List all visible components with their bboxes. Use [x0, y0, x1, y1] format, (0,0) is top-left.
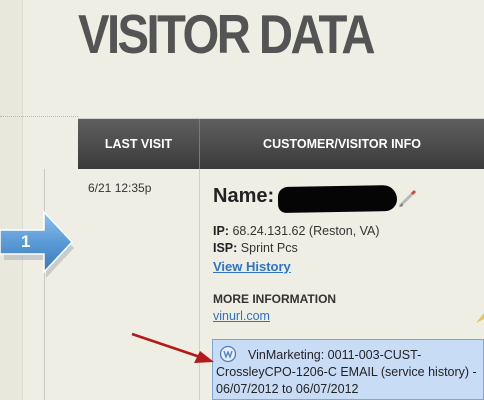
ip-value: 68.24.131.62 (Reston, VA) — [232, 224, 380, 238]
redacted-name — [277, 184, 398, 214]
column-header-customer-info[interactable]: CUSTOMER/VISITOR INFO — [200, 119, 484, 170]
more-information-heading: MORE INFORMATION — [213, 292, 337, 306]
row-border — [44, 169, 45, 400]
annotation-arrow-icon — [131, 332, 214, 363]
isp-label: ISP: — [213, 241, 238, 255]
vinmarketing-text: VinMarketing: 0011-003-CUST-CrossleyCPO-… — [216, 348, 477, 396]
visit-time: 6/21 12:35p — [88, 181, 152, 195]
row-arrow-icon — [0, 210, 74, 278]
sparkle-icon — [476, 313, 484, 323]
name-label: Name: — [213, 185, 275, 207]
page-title: VISITOR DATA — [78, 3, 375, 65]
isp-value: Sprint Pcs — [240, 241, 298, 255]
table-header: LAST VISIT CUSTOMER/VISITOR INFO — [78, 118, 484, 170]
row-number: 1 — [21, 232, 31, 251]
vinurl-link[interactable]: vinurl.com — [213, 309, 270, 323]
isp-info: ISP: Sprint Pcs — [213, 241, 298, 255]
edit-pencil-icon[interactable] — [397, 189, 419, 209]
view-history-link[interactable]: View History — [213, 259, 291, 274]
ip-label: IP: — [213, 224, 229, 238]
section-divider — [0, 116, 78, 117]
column-header-last-visit[interactable]: LAST VISIT — [78, 119, 200, 170]
left-rail — [0, 0, 23, 400]
ip-info: IP: 68.24.131.62 (Reston, VA) — [213, 224, 380, 238]
